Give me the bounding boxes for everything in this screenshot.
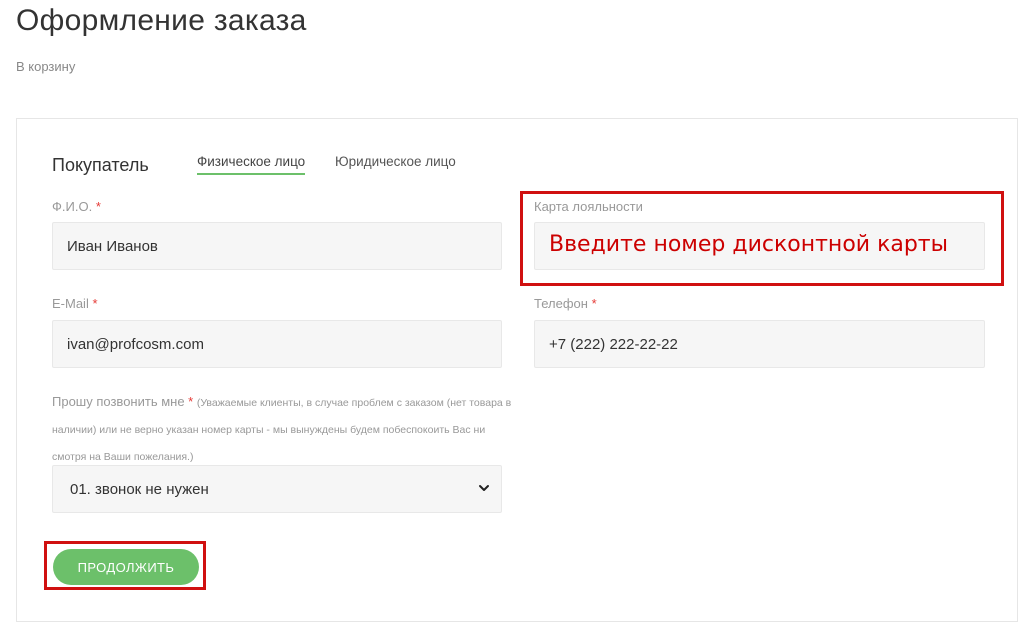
fio-label: Ф.И.О. * [52,199,101,214]
buyer-section-title: Покупатель [52,155,149,175]
call-preference-value: 01. звонок не нужен [70,481,209,498]
required-mark: * [591,296,597,311]
chevron-down-icon [479,485,489,491]
required-mark: * [95,199,101,214]
call-request-label: Прошу позвонить мне * (Уважаемые клиенты… [52,394,512,463]
required-mark: * [188,394,194,409]
call-preference-select[interactable]: 01. звонок не нужен [52,465,502,513]
email-input[interactable] [52,320,502,368]
phone-label: Телефон * [534,296,597,311]
page-title: Оформление заказа [16,4,307,37]
checkout-page: Оформление заказа В корзину Покупатель Ф… [0,0,1035,635]
phone-input[interactable] [534,320,985,368]
checkout-form-card: Покупатель Физическое лицо Юридическое л… [16,118,1018,622]
continue-button[interactable]: ПРОДОЛЖИТЬ [53,549,199,585]
email-label: E-Mail * [52,296,98,311]
loyalty-card-label: Карта лояльности [534,199,643,214]
required-mark: * [92,296,98,311]
loyalty-card-input[interactable] [534,222,985,270]
tab-individual[interactable]: Физическое лицо [197,154,306,175]
tab-legal-entity[interactable]: Юридическое лицо [335,154,456,173]
fio-input[interactable] [52,222,502,270]
back-to-cart-link[interactable]: В корзину [16,59,75,74]
